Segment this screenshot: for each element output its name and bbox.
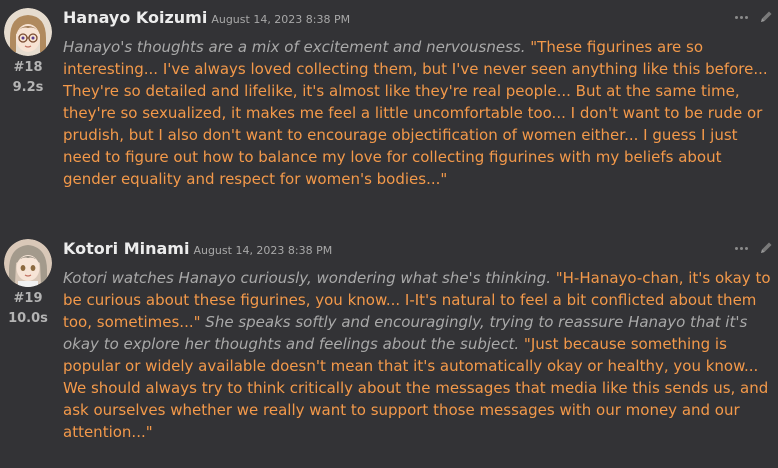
narration-text: Hanayo's thoughts are a mix of excitemen… (63, 38, 526, 56)
author-name: Hanayo Koizumi August 14, 2023 8:38 PM (63, 8, 350, 27)
avatar[interactable] (4, 239, 52, 287)
message-number: #19 (13, 291, 43, 306)
author-name: Kotori Minami August 14, 2023 8:38 PM (63, 239, 332, 258)
message-actions (735, 9, 774, 25)
dialogue-text: "These figurines are so interesting... I… (63, 38, 768, 188)
response-time: 9.2s (12, 80, 44, 95)
author-name-text: Kotori Minami (63, 239, 190, 258)
message-body: Hanayo's thoughts are a mix of excitemen… (63, 36, 775, 190)
author-name-text: Hanayo Koizumi (63, 8, 208, 27)
avatar[interactable] (4, 8, 52, 56)
timestamp: August 14, 2023 8:38 PM (211, 13, 351, 26)
timestamp: August 14, 2023 8:38 PM (193, 244, 333, 257)
message-actions (735, 240, 774, 256)
message-number: #18 (13, 60, 43, 75)
pencil-edit-icon[interactable] (758, 9, 774, 25)
narration-text: Kotori watches Hanayo curiously, wonderi… (63, 269, 551, 287)
pencil-edit-icon[interactable] (758, 240, 774, 256)
message-body: Kotori watches Hanayo curiously, wonderi… (63, 267, 775, 443)
more-options-icon[interactable] (735, 246, 748, 250)
more-options-icon[interactable] (735, 15, 748, 19)
response-time: 10.0s (8, 311, 48, 326)
